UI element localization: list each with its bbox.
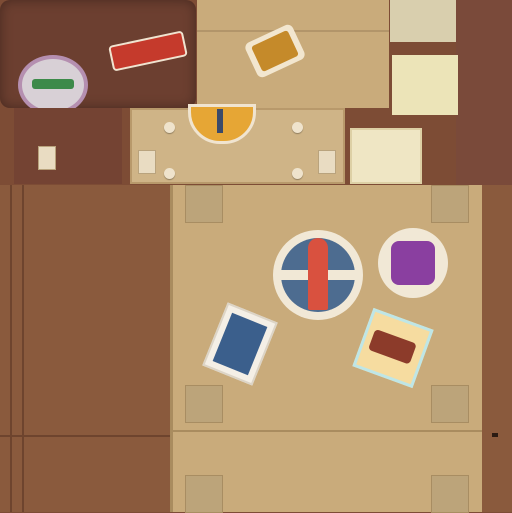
palace-icon	[391, 241, 435, 285]
statue-of-liberty-sticker	[202, 302, 278, 386]
colosseum-icon	[367, 328, 417, 365]
seam-line	[0, 435, 170, 437]
emblem-icon	[32, 79, 74, 89]
corner-guard	[431, 475, 469, 513]
corner-guard	[431, 385, 469, 423]
red-label-sticker	[108, 30, 188, 72]
clasp-left	[38, 146, 56, 170]
statue-icon	[212, 312, 268, 376]
colosseum-sticker	[352, 307, 434, 389]
canvas-suitcase-face	[170, 185, 483, 513]
seam-line	[22, 185, 24, 512]
seam-line	[173, 430, 483, 432]
clasp	[138, 150, 156, 174]
dark-leather-panel	[0, 0, 196, 115]
clock-tower-icon	[308, 238, 328, 310]
skyline-icon	[250, 29, 300, 73]
pale-block	[392, 55, 458, 115]
seam-line	[10, 185, 12, 512]
canvas-panel-top	[197, 0, 389, 108]
rivet	[292, 168, 303, 179]
canvas-lid	[130, 104, 345, 184]
clasp	[318, 150, 336, 174]
big-ben-sticker	[273, 230, 363, 320]
eiffel-sticker	[188, 104, 256, 144]
corner-guard	[185, 385, 223, 423]
cream-block-top	[390, 0, 456, 42]
rivet	[292, 122, 303, 133]
leather-edge-right	[482, 185, 512, 512]
rivet	[164, 168, 175, 179]
rivet	[164, 122, 175, 133]
cream-block	[350, 128, 422, 184]
green-emblem-sticker	[18, 55, 88, 115]
corner-guard	[431, 185, 469, 223]
leather-suitcase-side	[0, 185, 170, 512]
slot	[492, 433, 498, 437]
leather-strip	[14, 108, 122, 184]
leather-strap	[456, 0, 512, 185]
tower-icon	[217, 109, 223, 133]
taj-mahal-sticker	[378, 228, 448, 298]
corner-guard	[185, 475, 223, 513]
corner-guard	[185, 185, 223, 223]
